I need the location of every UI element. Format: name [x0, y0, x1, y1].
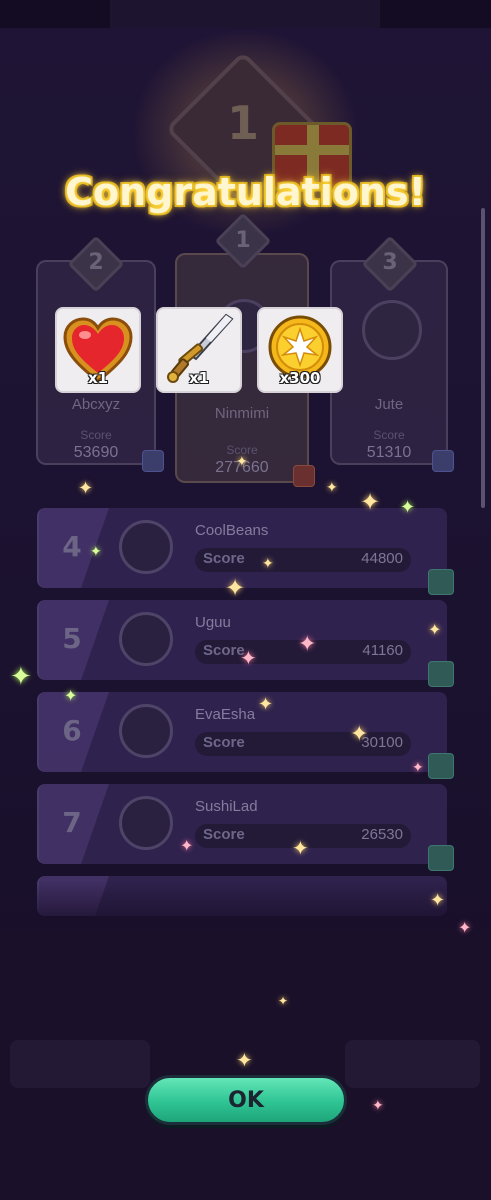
- avatar: [119, 704, 173, 758]
- bottom-tab-right: [345, 1040, 480, 1088]
- rank-number: 5: [62, 622, 82, 655]
- rank-number: 7: [62, 806, 82, 839]
- player-name: Ninmimi: [214, 405, 270, 422]
- score-bar: Score 30100: [195, 732, 411, 756]
- sparkle-icon: ✦: [400, 497, 416, 518]
- sparkle-icon: ✦: [326, 480, 338, 496]
- gift-icon[interactable]: [428, 845, 454, 871]
- sparkle-icon: ✦: [225, 574, 246, 602]
- sparkle-icon: ✦: [428, 620, 442, 639]
- top-bar: [0, 0, 491, 28]
- score-label: Score: [203, 826, 245, 843]
- sparkle-icon: ✦: [236, 454, 248, 470]
- gift-icon[interactable]: [432, 450, 454, 472]
- gift-icon[interactable]: [428, 661, 454, 687]
- score-label: Score: [203, 642, 245, 659]
- reward-gold-coin: x300: [257, 307, 343, 393]
- sparkle-icon: ✦: [240, 646, 257, 670]
- sparkle-icon: ✦: [236, 1048, 253, 1072]
- player-name: SushiLad: [195, 798, 258, 815]
- rank-badge-number: 2: [88, 250, 104, 275]
- sparkle-icon: ✦: [90, 544, 102, 560]
- score-label: Score: [203, 734, 245, 751]
- gift-icon[interactable]: [142, 450, 164, 472]
- sparkle-icon: ✦: [292, 836, 309, 860]
- top-bar-stripe: [110, 0, 380, 28]
- ok-button[interactable]: OK: [145, 1075, 347, 1125]
- player-name: Abcxyz: [71, 396, 121, 413]
- rank-number: 6: [62, 714, 82, 747]
- score-label: Score: [373, 428, 405, 442]
- sparkle-icon: ✦: [360, 488, 381, 516]
- scrollbar[interactable]: [481, 208, 485, 508]
- gift-icon[interactable]: [428, 569, 454, 595]
- score-value: 51310: [366, 444, 412, 461]
- score-value: 26530: [361, 826, 403, 843]
- score-value: 53690: [73, 444, 119, 461]
- player-name: CoolBeans: [195, 522, 269, 539]
- sparkle-icon: ✦: [350, 722, 369, 747]
- avatar: [119, 520, 173, 574]
- score-bar: Score 44800: [195, 548, 411, 572]
- score-value: 41160: [362, 642, 403, 659]
- sparkle-icon: ✦: [64, 686, 78, 705]
- player-name: Jute: [374, 396, 404, 413]
- reward-quantity: x1: [188, 369, 210, 387]
- reward-sword: x1: [156, 307, 242, 393]
- sparkle-icon: ✦: [258, 694, 274, 715]
- gift-icon[interactable]: [428, 753, 454, 779]
- avatar: [119, 612, 173, 666]
- avatar: [362, 300, 422, 360]
- rank-badge-number: 1: [235, 228, 251, 253]
- congratulations-title: Congratulations!: [65, 170, 426, 214]
- bottom-tab-left: [10, 1040, 150, 1088]
- ranking-row-6: 6 EvaEsha Score 30100: [37, 692, 447, 772]
- sparkle-icon: ✦: [10, 662, 32, 692]
- avatar: [119, 796, 173, 850]
- reward-quantity: x300: [279, 369, 321, 387]
- reward-quantity: x1: [87, 369, 109, 387]
- score-label: Score: [203, 550, 245, 567]
- player-name: Uguu: [195, 614, 231, 631]
- rank-badge-number: 3: [382, 250, 398, 275]
- sparkle-icon: ✦: [78, 478, 94, 499]
- podium-card-3: 3 Jute Score 51310: [330, 235, 454, 472]
- sparkle-icon: ✦: [180, 836, 194, 855]
- sparkle-icon: ✦: [430, 890, 446, 911]
- sparkle-icon: ✦: [298, 632, 317, 657]
- sparkle-icon: ✦: [262, 556, 274, 572]
- sparkle-icon: ✦: [278, 994, 289, 1008]
- score-label: Score: [80, 428, 112, 442]
- ranking-row-7: 7 SushiLad Score 26530: [37, 784, 447, 864]
- ok-button-label: OK: [228, 1088, 264, 1113]
- gift-icon[interactable]: [293, 465, 315, 487]
- sparkle-icon: ✦: [412, 760, 424, 776]
- sparkle-icon: ✦: [372, 1098, 384, 1114]
- rank-number: 4: [62, 530, 82, 563]
- score-value: 44800: [361, 550, 403, 567]
- player-name: EvaEsha: [195, 706, 256, 723]
- reward-heart: x1: [55, 307, 141, 393]
- sparkle-icon: ✦: [458, 918, 472, 937]
